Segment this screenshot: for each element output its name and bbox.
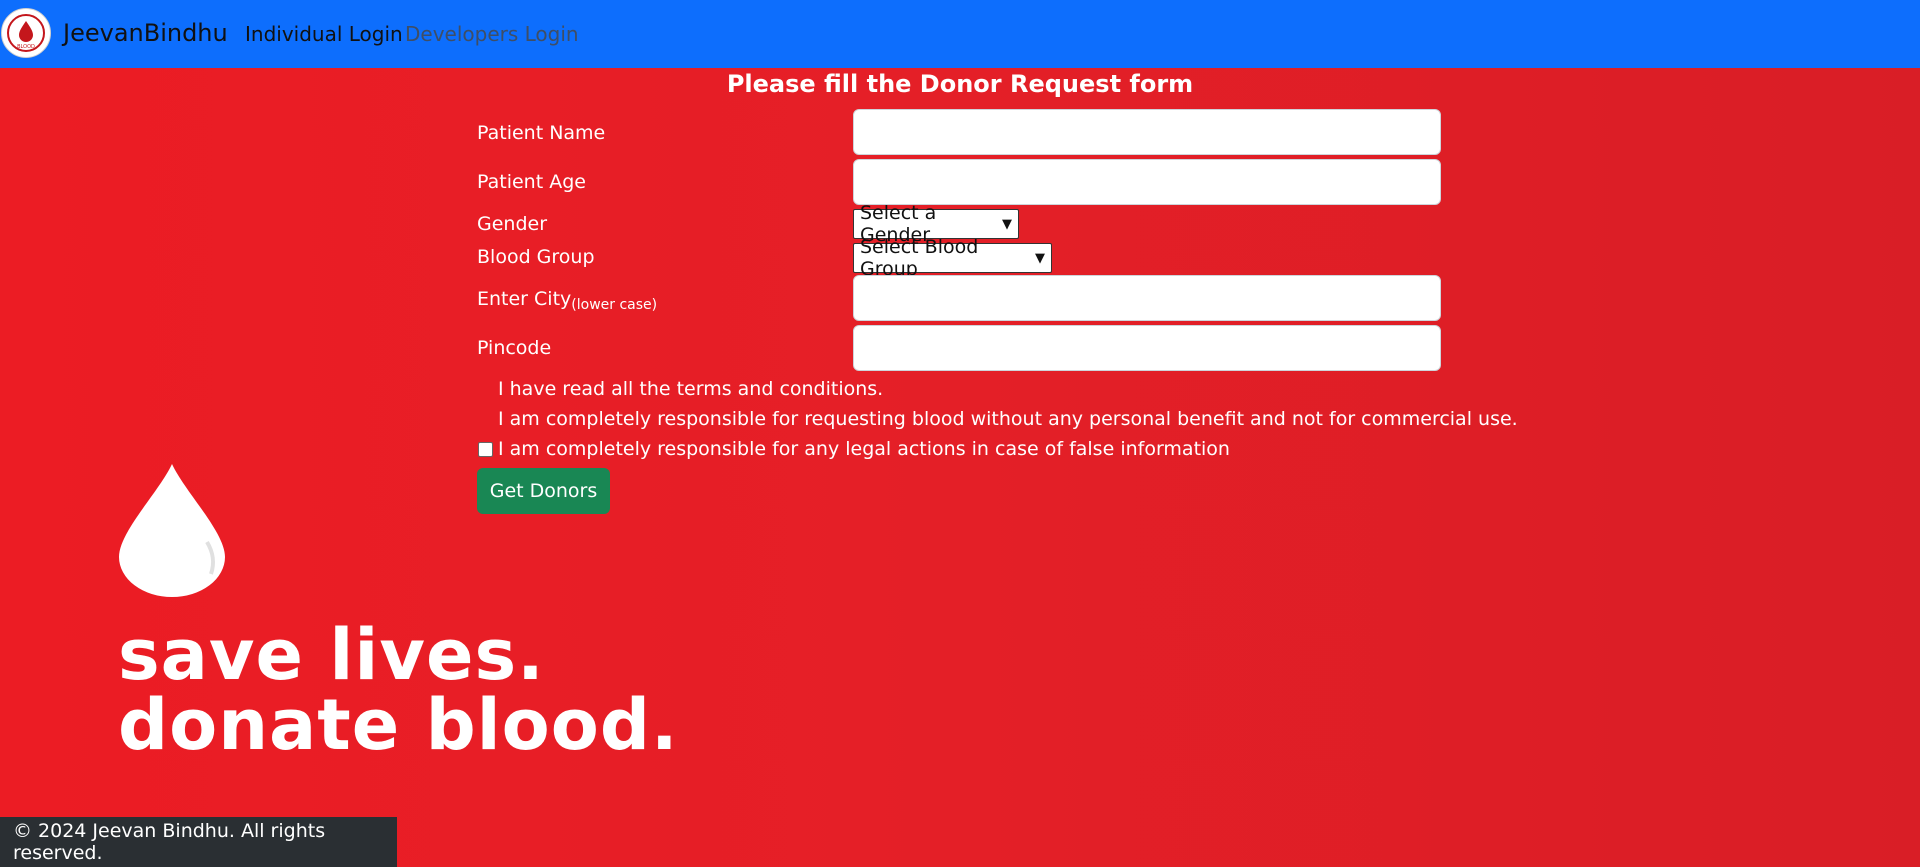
top-navbar: BLOOD JeevanBindhu Individual Login Deve… — [0, 0, 1920, 68]
blood-group-label: Blood Group — [477, 246, 595, 268]
patient-age-label: Patient Age — [477, 171, 586, 193]
blood-group-select-value: Select Blood Group — [860, 236, 979, 280]
brand-logo[interactable]: BLOOD — [1, 8, 51, 58]
pincode-label: Pincode — [477, 337, 552, 359]
agree-checkbox[interactable] — [478, 442, 493, 457]
form-title: Please fill the Donor Request form — [726, 70, 1194, 98]
terms-line-2: I am completely responsible for requesti… — [498, 408, 1518, 430]
svg-text:BLOOD: BLOOD — [17, 44, 35, 50]
city-label: Enter City(lower case) — [477, 288, 658, 313]
terms-line-1: I have read all the terms and conditions… — [498, 378, 884, 400]
patient-name-input[interactable] — [853, 109, 1441, 155]
slogan-line-2: donate blood. — [118, 684, 679, 766]
hero-slogan: save lives. donate blood. — [118, 620, 679, 760]
brand-name[interactable]: JeevanBindhu — [63, 19, 228, 47]
patient-age-input[interactable] — [853, 159, 1441, 205]
slogan-line-1: save lives. — [118, 614, 545, 696]
pincode-input[interactable] — [853, 325, 1441, 371]
city-input[interactable] — [853, 275, 1441, 321]
terms-line-3: I am completely responsible for any lega… — [498, 438, 1230, 460]
footer-copyright: © 2024 Jeevan Bindhu. All rights reserve… — [13, 820, 326, 864]
get-donors-button[interactable]: Get Donors — [477, 468, 610, 514]
nav-individual-login[interactable]: Individual Login — [245, 22, 403, 46]
footer: © 2024 Jeevan Bindhu. All rights reserve… — [0, 817, 397, 867]
nav-developers-login[interactable]: Developers Login — [405, 22, 579, 46]
gender-label: Gender — [477, 213, 548, 235]
patient-name-label: Patient Name — [477, 122, 606, 144]
gender-select[interactable]: Select a Gender ▼ — [853, 202, 1019, 246]
chevron-down-icon: ▼ — [1002, 216, 1012, 232]
city-label-text: Enter City — [477, 288, 572, 310]
city-label-hint: (lower case) — [571, 297, 658, 313]
blood-group-select[interactable]: Select Blood Group ▼ — [853, 236, 1052, 280]
blood-drop-logo-icon: BLOOD — [7, 14, 45, 52]
blood-drop-icon — [119, 464, 225, 597]
chevron-down-icon: ▼ — [1035, 250, 1045, 266]
